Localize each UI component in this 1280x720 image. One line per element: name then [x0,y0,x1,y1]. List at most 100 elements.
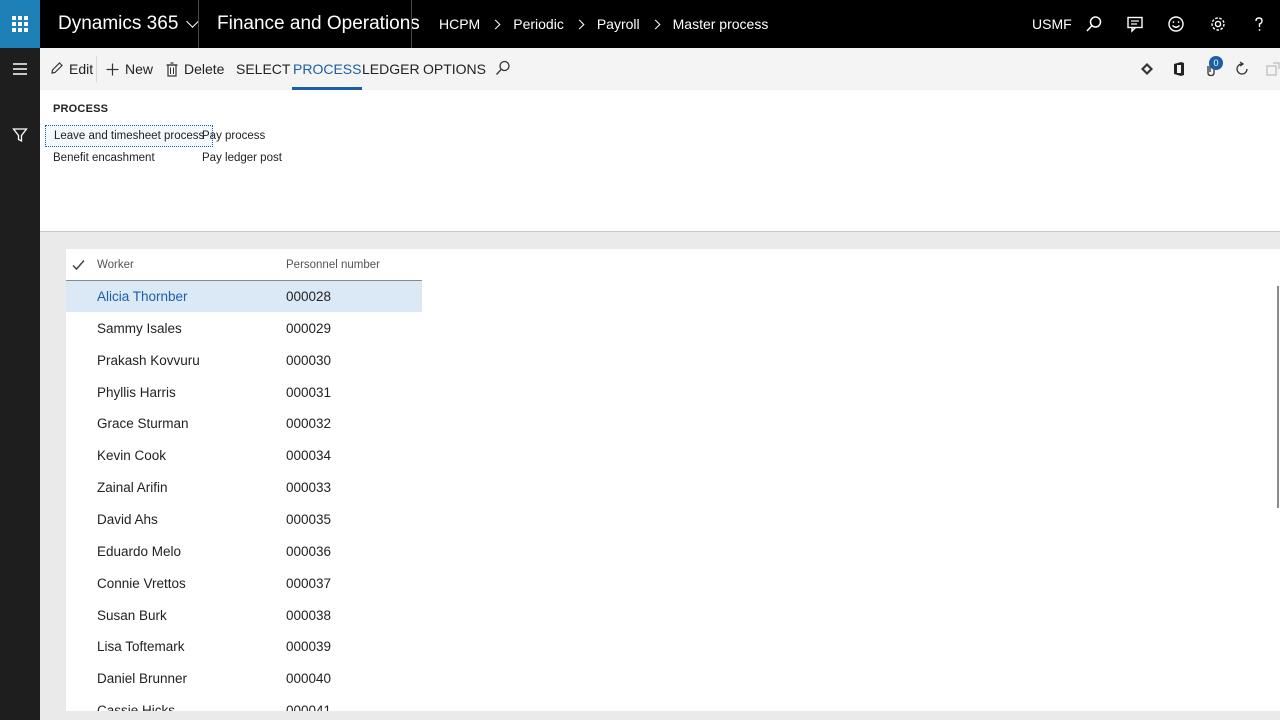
plus-icon [106,63,119,76]
worker-name-cell[interactable]: Phyllis Harris [97,377,176,408]
tab-select[interactable]: SELECT [236,48,290,90]
table-row[interactable]: Daniel Brunner 000040 [66,663,422,694]
delete-button[interactable]: Delete [166,48,224,90]
worker-name-cell[interactable]: Prakash Kovvuru [97,345,200,376]
personnel-number-cell: 000028 [286,289,332,304]
table-row[interactable]: Kevin Cook 000034 [66,440,422,471]
module-title: Finance and Operations [217,13,420,34]
breadcrumb: HCPM Periodic Payroll Master process [439,0,768,48]
action-search-button[interactable] [495,48,511,90]
scrollbar[interactable] [1277,286,1279,508]
new-label: New [125,61,154,77]
attachments-button[interactable]: 0 [1201,56,1223,79]
table-row[interactable]: Eduardo Melo 000036 [66,536,422,567]
navigation-rail [0,48,40,720]
leave-and-timesheet-process-button[interactable]: Leave and timesheet process [45,125,214,147]
table-row[interactable]: Zainal Arifin 000033 [66,472,422,503]
table-row[interactable]: Cassie Hicks 000041 [66,695,422,711]
breadcrumb-item-payroll[interactable]: Payroll [597,16,640,32]
worker-name-cell[interactable]: David Ahs [97,504,158,535]
brand-label: Dynamics 365 [58,13,179,34]
worker-name-cell[interactable]: Alicia Thornber [97,281,188,312]
personnel-number-cell: 000031 [286,384,332,400]
table-row[interactable]: Grace Sturman 000032 [66,408,422,439]
worker-name-cell[interactable]: Sammy Isales [97,313,182,344]
breadcrumb-item-master-process[interactable]: Master process [673,16,769,32]
chevron-right-icon [490,19,501,29]
search-icon[interactable] [1084,14,1104,34]
table-row[interactable]: Sammy Isales 000029 [66,313,422,344]
power-apps-icon[interactable] [1137,59,1157,79]
worker-name-cell[interactable]: Daniel Brunner [97,663,187,694]
divider [411,0,412,48]
worker-name-cell[interactable]: Connie Vrettos [97,568,186,599]
table-row[interactable]: Connie Vrettos 000037 [66,568,422,599]
table-row[interactable]: Phyllis Harris 000031 [66,377,422,408]
divider [198,0,199,48]
personnel-number-cell: 000040 [286,671,332,687]
worker-name-cell[interactable]: Susan Burk [97,600,167,631]
personnel-number-cell: 000036 [286,543,332,559]
worker-name-cell[interactable]: Kevin Cook [97,440,166,471]
column-header-worker[interactable]: Worker [97,249,134,281]
brand-menu[interactable]: Dynamics 365 [58,0,200,48]
table-row[interactable]: Lisa Toftemark 000039 [66,631,422,662]
tab-process[interactable]: PROCESS [292,48,363,90]
action-pane-toolbar: Edit New Delete SELECT PROCESS LEDGER OP… [40,48,1280,90]
help-icon[interactable] [1249,14,1269,34]
personnel-number-cell: 000034 [286,448,332,464]
pay-process-button[interactable]: Pay process [194,125,273,147]
table-row[interactable]: Alicia Thornber 000028 [66,281,422,312]
grid-header: Worker Personnel number [66,249,422,281]
edit-label: Edit [69,61,94,77]
app-launcher-button[interactable] [0,0,40,48]
personnel-number-cell: 000033 [286,480,332,496]
tab-process-label: PROCESS [293,61,362,77]
personnel-number-cell: 000037 [286,575,332,591]
column-header-personnel-number[interactable]: Personnel number [286,249,380,281]
attachments-count-badge: 0 [1209,56,1223,70]
tab-options[interactable]: OPTIONS [423,48,486,90]
personnel-number-cell: 000029 [286,320,332,336]
active-tab-indicator [292,87,363,90]
open-in-new-window-icon[interactable] [1263,59,1280,79]
waffle-icon [12,16,28,32]
personnel-number-cell: 000041 [286,703,332,711]
hamburger-menu-icon[interactable] [8,57,32,81]
divider [96,56,97,82]
worker-name-cell[interactable]: Lisa Toftemark [97,631,185,662]
pencil-icon [50,62,63,76]
breadcrumb-item-hcpm[interactable]: HCPM [439,16,480,32]
benefit-encashment-button[interactable]: Benefit encashment [45,147,163,169]
chevron-right-icon [574,19,585,29]
table-row[interactable]: Susan Burk 000038 [66,600,422,631]
worker-name-cell[interactable]: Eduardo Melo [97,536,181,567]
search-icon [495,60,511,79]
new-button[interactable]: New [106,48,153,90]
workers-grid: Worker Personnel number Alicia Thornber 0… [66,249,1280,711]
office-icon[interactable] [1169,59,1189,79]
edit-button[interactable]: Edit [50,48,93,90]
personnel-number-cell: 000032 [286,416,332,432]
breadcrumb-item-periodic[interactable]: Periodic [513,16,564,32]
personnel-number-cell: 000030 [286,352,332,368]
select-all-checkmark-icon[interactable] [72,249,85,281]
worker-name-cell[interactable]: Grace Sturman [97,408,189,439]
tab-ledger[interactable]: LEDGER [362,48,420,90]
personnel-number-cell: 000038 [286,607,332,623]
gear-icon[interactable] [1208,14,1228,34]
smiley-feedback-icon[interactable] [1166,14,1186,34]
table-row[interactable]: Prakash Kovvuru 000030 [66,345,422,376]
pay-ledger-post-button[interactable]: Pay ledger post [194,147,290,169]
message-icon[interactable] [1125,14,1145,34]
company-picker[interactable]: USMF [1032,0,1072,48]
chevron-right-icon [650,19,661,29]
worker-name-cell[interactable]: Zainal Arifin [97,472,168,503]
personnel-number-cell: 000035 [286,511,332,527]
refresh-icon[interactable] [1232,59,1252,79]
worker-name-cell[interactable]: Cassie Hicks [97,695,175,711]
trash-icon [166,61,178,77]
filter-icon[interactable] [8,123,32,147]
table-row[interactable]: David Ahs 000035 [66,504,422,535]
personnel-number-cell: 000039 [286,639,332,655]
